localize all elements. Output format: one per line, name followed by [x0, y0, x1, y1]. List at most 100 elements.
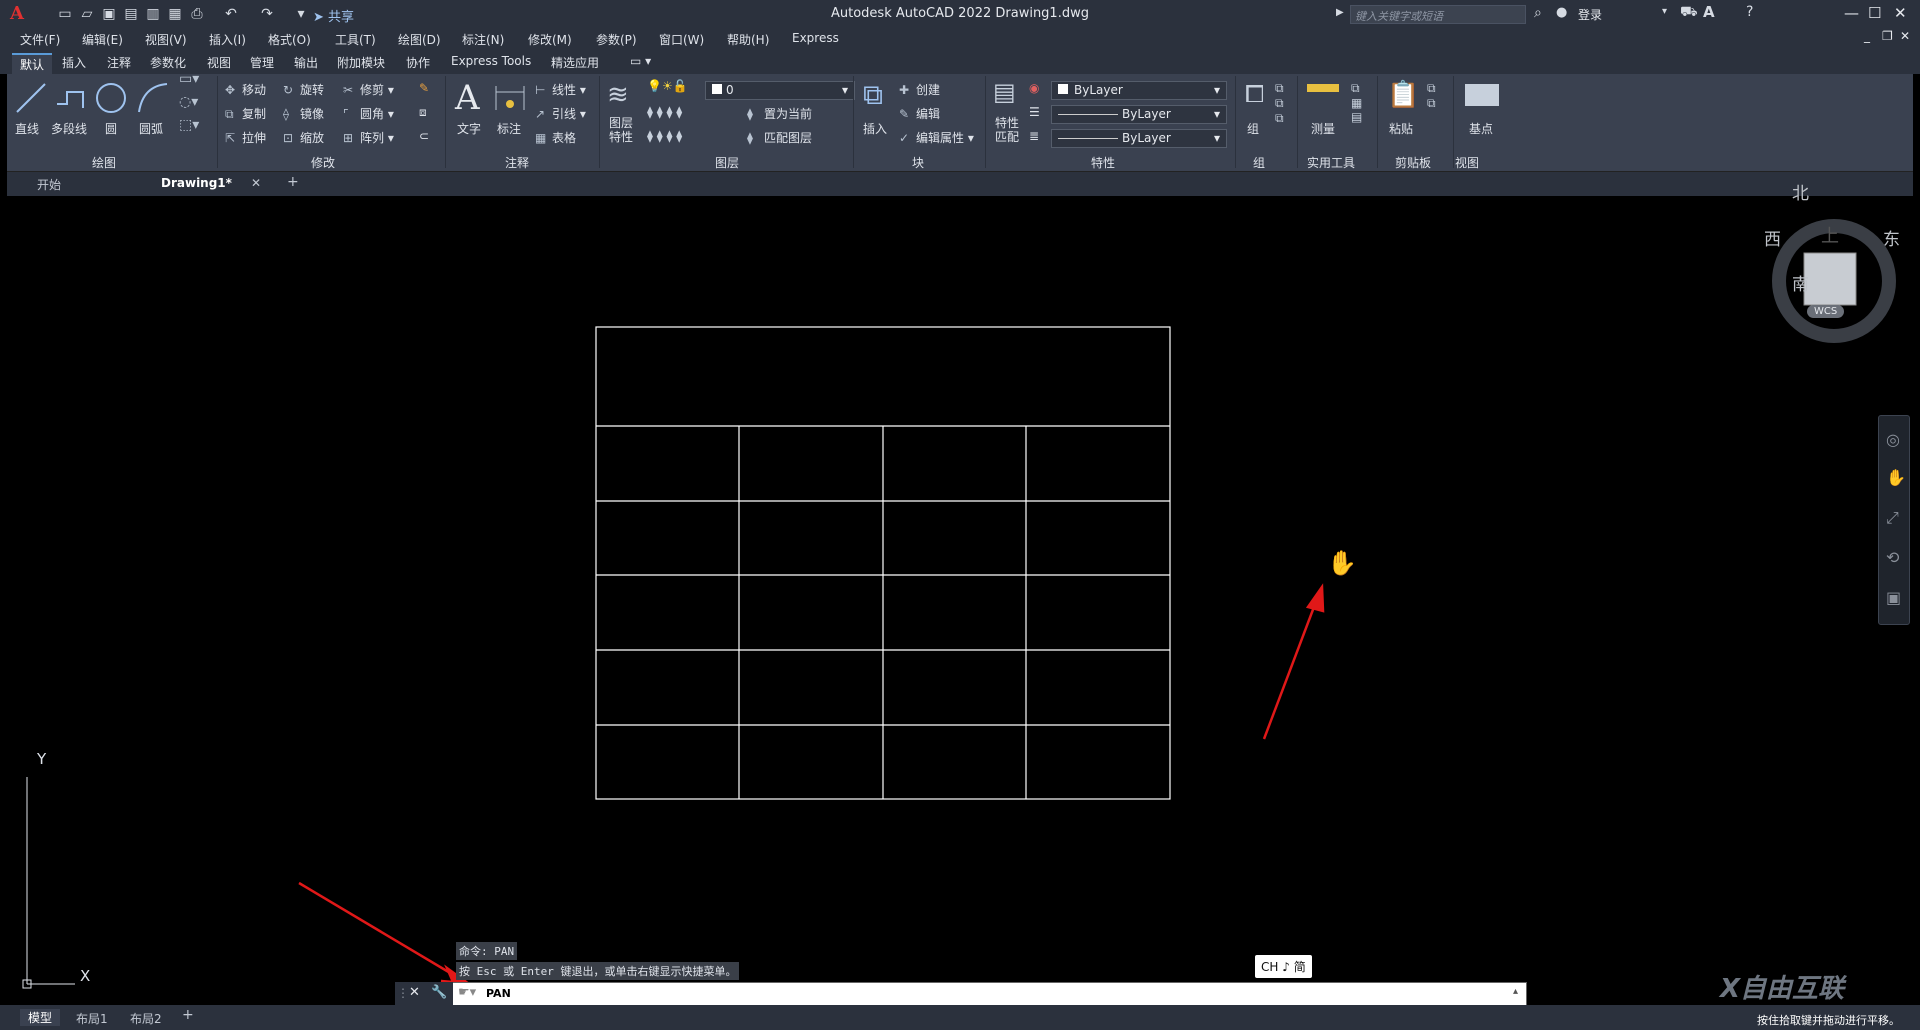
tab-annotate[interactable]: 注释 [107, 54, 131, 71]
linetype-dropdown[interactable]: ByLayer ▾ [1051, 105, 1227, 124]
viewcube-north[interactable]: 北 [1792, 179, 1809, 204]
tab-parametric[interactable]: 参数化 [150, 54, 186, 71]
user-icon[interactable]: ● [1556, 5, 1567, 20]
tab-view[interactable]: 视图 [207, 54, 231, 71]
ime-indicator[interactable]: CH ♪ 简 [1255, 955, 1312, 978]
create-block-tool[interactable]: ✚ 创建 [899, 81, 940, 98]
layer-properties-icon[interactable]: ≋ [607, 80, 629, 110]
menu-modify[interactable]: 修改(M) [528, 31, 572, 48]
leader-tool[interactable]: ↗ 引线 ▾ [535, 105, 586, 122]
add-layout-icon[interactable]: + [182, 1007, 194, 1023]
menu-help[interactable]: 帮助(H) [727, 31, 769, 48]
copy-tool[interactable]: ⧉ 复制 [225, 105, 266, 122]
menu-insert[interactable]: 插入(I) [209, 31, 246, 48]
viewcube-south[interactable]: 南 [1792, 270, 1809, 295]
tab-drawing1[interactable]: Drawing1* [161, 176, 232, 190]
properties-panel-title[interactable]: 特性 [1091, 154, 1115, 171]
search-input[interactable]: 键入关键字或短语 [1350, 5, 1526, 24]
tab-manage[interactable]: 管理 [250, 54, 274, 71]
base-view-icon[interactable] [1465, 84, 1499, 106]
tab-featured-apps[interactable]: 精选应用 [551, 54, 599, 71]
dimension-button[interactable]: 标注 [497, 120, 521, 137]
menu-dimension[interactable]: 标注(N) [462, 31, 504, 48]
fillet-tool[interactable]: ⌜ 圆角 ▾ [343, 105, 394, 122]
group-icon[interactable]: ⧠ [1245, 80, 1264, 108]
maximize-icon[interactable]: ☐ [1868, 4, 1881, 22]
layer-properties-button[interactable]: 图层 特性 [609, 116, 633, 144]
close-icon[interactable]: ✕ [1894, 4, 1907, 22]
explode-icon[interactable]: ⧈ [419, 105, 427, 120]
utilities-panel-title[interactable]: 实用工具 [1307, 154, 1355, 171]
menu-edit[interactable]: 编辑(E) [82, 31, 123, 48]
tab-layout1[interactable]: 布局1 [76, 1010, 108, 1027]
dimension-icon[interactable] [493, 82, 527, 114]
array-tool[interactable]: ⊞ 阵列 ▾ [343, 129, 394, 146]
measure-button[interactable]: 测量 [1311, 120, 1335, 137]
command-hand-icon[interactable]: ☛▾ [458, 985, 476, 1000]
minimize-icon[interactable]: — [1844, 4, 1859, 22]
help-icon[interactable]: ? [1746, 4, 1753, 20]
boundary-icon[interactable]: ⬚▾ [179, 117, 199, 133]
menu-draw[interactable]: 绘图(D) [398, 31, 441, 48]
stretch-tool[interactable]: ⇱ 拉伸 [225, 129, 266, 146]
base-button[interactable]: 基点 [1469, 120, 1493, 137]
linetype-icon[interactable]: ☰ [1029, 105, 1040, 119]
lineweight-dropdown[interactable]: ByLayer ▾ [1051, 129, 1227, 148]
viewcube-top[interactable]: 上 [1821, 222, 1839, 248]
color-dropdown[interactable]: ByLayer ▾ [1051, 81, 1227, 100]
match-properties-icon[interactable]: ▤ [993, 78, 1016, 106]
edit-block-tool[interactable]: ✎ 编辑 [899, 105, 940, 122]
menu-express[interactable]: Express [792, 31, 839, 45]
hatch-icon[interactable]: ◌▾ [179, 94, 198, 110]
command-close-icon[interactable]: ✕ [409, 985, 420, 1000]
login-dropdown-icon[interactable]: ▾ [1662, 6, 1667, 17]
rotate-tool[interactable]: ↻ 旋转 [283, 81, 324, 98]
cart-icon[interactable]: ⛟ [1680, 4, 1698, 22]
new-tab-icon[interactable]: + [287, 174, 299, 190]
menu-parametric[interactable]: 参数(P) [596, 31, 637, 48]
edit-attributes-tool[interactable]: ✓ 编辑属性 ▾ [899, 129, 974, 146]
insert-button[interactable]: 插入 [863, 120, 887, 137]
annotation-panel-title[interactable]: 注释 [505, 154, 529, 171]
tab-addins[interactable]: 附加模块 [337, 54, 385, 71]
match-properties-button[interactable]: 特性 匹配 [995, 116, 1019, 144]
mirror-tool[interactable]: ⟠ 镜像 [283, 105, 324, 122]
lineweight-icon[interactable]: ≣ [1029, 129, 1039, 143]
modify-panel-title[interactable]: 修改 [311, 154, 335, 171]
doc-minimize-icon[interactable]: _ [1864, 29, 1870, 43]
drawing-canvas[interactable]: ✋ Y X 北 南 东 西 上 WCS [7, 184, 1913, 1005]
pan-icon[interactable]: ✋ [1886, 468, 1906, 487]
tab-layout2[interactable]: 布局2 [130, 1010, 162, 1027]
menu-format[interactable]: 格式(O) [268, 31, 311, 48]
menu-file[interactable]: 文件(F) [20, 31, 60, 48]
viewcube-west[interactable]: 西 [1764, 225, 1781, 250]
layer-tools-row3[interactable]: ⧫ ⧫ ⧫ ⧫ [647, 129, 682, 143]
search-expand-icon[interactable]: ▶ [1336, 7, 1344, 18]
color-wheel-icon[interactable]: ◉ [1029, 81, 1039, 95]
ribbon-minimize-icon[interactable]: ▭ ▾ [630, 54, 651, 68]
arc-icon[interactable] [135, 80, 171, 116]
tab-insert[interactable]: 插入 [62, 54, 86, 71]
viewcube-east[interactable]: 东 [1883, 225, 1900, 250]
command-customize-icon[interactable]: 🔧 [431, 985, 447, 1000]
group-tools[interactable]: ⧉ ⧉ ⧉ [1275, 81, 1284, 126]
tab-collaborate[interactable]: 协作 [406, 54, 430, 71]
scale-tool[interactable]: ⊡ 缩放 [283, 129, 324, 146]
polyline-button[interactable]: 多段线 [51, 120, 87, 137]
group-button[interactable]: 组 [1247, 120, 1259, 137]
measure-icon[interactable] [1307, 84, 1339, 92]
block-panel-title[interactable]: 块 [912, 154, 924, 171]
login-button[interactable]: 登录 [1578, 6, 1602, 23]
doc-restore-icon[interactable]: ❐ [1882, 29, 1893, 43]
menu-view[interactable]: 视图(V) [145, 31, 187, 48]
tab-output[interactable]: 输出 [294, 54, 318, 71]
tab-start[interactable]: 开始 [37, 176, 61, 193]
tab-model[interactable]: 模型 [20, 1009, 61, 1026]
set-current-tool[interactable]: ⧫ 置为当前 [747, 105, 812, 122]
orbit-icon[interactable]: ⟲ [1886, 548, 1899, 567]
draw-panel-title[interactable]: 绘图 [92, 154, 116, 171]
erase-icon[interactable]: ✎ [419, 81, 429, 95]
close-tab-icon[interactable]: ✕ [251, 176, 261, 190]
layer-tools-row2[interactable]: ⧫ ⧫ ⧫ ⧫ [647, 105, 682, 119]
match-layer-tool[interactable]: ⧫ 匹配图层 [747, 129, 812, 146]
